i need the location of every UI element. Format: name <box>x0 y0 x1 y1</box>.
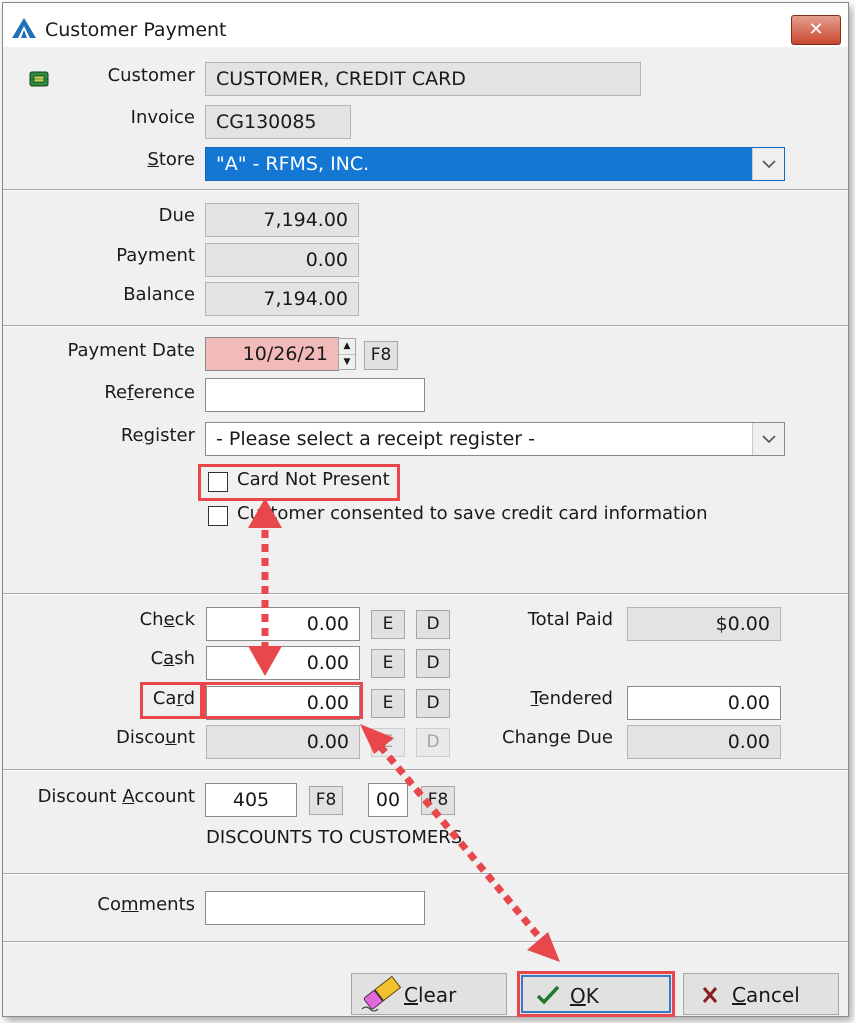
check-d-button[interactable]: D <box>416 610 450 639</box>
payment-date-label: Payment Date <box>67 340 195 361</box>
total-paid-field: $0.00 <box>627 607 781 641</box>
register-label: Register <box>120 425 195 446</box>
title-bar: Customer Payment ✕ <box>3 3 848 47</box>
store-select[interactable]: "A" - RFMS, INC. <box>205 147 785 181</box>
balance-label: Balance <box>123 284 195 305</box>
due-field: 7,194.00 <box>205 203 359 237</box>
window-title: Customer Payment <box>45 19 227 41</box>
clear-button-label: Clear <box>404 983 457 1007</box>
discount-subaccount-input[interactable]: 00 <box>368 783 408 817</box>
ok-button[interactable]: OK <box>517 971 675 1017</box>
total-paid-label: Total Paid <box>527 609 613 630</box>
spin-up-icon[interactable]: ▲ <box>339 339 355 355</box>
discount-label: Discount <box>115 727 195 748</box>
payment-date-f8-button[interactable]: F8 <box>364 341 398 370</box>
discount-account-f8-button[interactable]: F8 <box>309 786 343 815</box>
reference-input[interactable] <box>205 378 425 412</box>
spin-down-icon[interactable]: ▼ <box>339 355 355 370</box>
customer-label: Customer <box>107 65 195 86</box>
tendered-input[interactable]: 0.00 <box>627 686 781 720</box>
register-dropdown-arrow[interactable] <box>752 423 784 455</box>
discount-account-input[interactable]: 405 <box>205 783 297 817</box>
cash-d-button[interactable]: D <box>416 649 450 678</box>
check-e-button[interactable]: E <box>371 610 405 639</box>
consent-label[interactable]: Customer consented to save credit card i… <box>237 503 708 524</box>
cancel-button-label: Cancel <box>732 983 800 1007</box>
tendered-label: Tendered <box>530 688 613 709</box>
card-input-highlight <box>203 682 363 719</box>
discount-d-button: D <box>416 728 450 757</box>
comments-input[interactable] <box>205 891 425 925</box>
payment-field: 0.00 <box>205 243 359 277</box>
eraser-icon <box>361 975 402 1012</box>
reference-label: Reference <box>104 382 195 403</box>
check-label: Check <box>139 609 195 630</box>
close-icon: ✕ <box>808 19 824 40</box>
comments-label: Comments <box>97 894 195 915</box>
register-value: - Please select a receipt register - <box>216 428 535 450</box>
clear-button[interactable]: Clear <box>351 973 507 1015</box>
discount-e-button: E <box>371 728 405 757</box>
separator <box>3 769 848 771</box>
check-input[interactable]: 0.00 <box>206 607 360 641</box>
app-logo-icon <box>12 18 36 38</box>
customer-field: CUSTOMER, CREDIT CARD <box>205 62 641 96</box>
cash-e-button[interactable]: E <box>371 649 405 678</box>
store-dropdown-arrow[interactable] <box>752 148 784 180</box>
credit-card-chip-icon <box>29 71 49 87</box>
cash-label: Cash <box>150 648 195 669</box>
store-value: "A" - RFMS, INC. <box>216 153 370 175</box>
balance-field: 7,194.00 <box>205 282 359 316</box>
ok-button-label: OK <box>570 984 599 1008</box>
cash-input[interactable]: 0.00 <box>206 646 360 680</box>
due-label: Due <box>158 205 195 226</box>
x-mark-icon <box>702 987 718 1003</box>
close-button[interactable]: ✕ <box>791 15 841 45</box>
card-e-button[interactable]: E <box>371 689 405 718</box>
payment-date-field[interactable]: 10/26/21 <box>205 337 339 371</box>
discount-account-label: Discount Account <box>37 786 195 807</box>
register-select[interactable]: - Please select a receipt register - <box>205 422 785 456</box>
checkmark-icon <box>536 985 560 1005</box>
separator <box>3 593 848 595</box>
discount-subaccount-f8-button[interactable]: F8 <box>421 786 455 815</box>
card-label-highlight <box>140 682 203 719</box>
separator <box>3 189 848 191</box>
invoice-field: CG130085 <box>205 105 351 139</box>
change-due-field: 0.00 <box>627 725 781 759</box>
store-label: Store <box>147 149 195 170</box>
card-d-button[interactable]: D <box>416 689 450 718</box>
invoice-label: Invoice <box>130 107 195 128</box>
card-not-present-highlight <box>198 464 400 501</box>
date-spinner[interactable]: ▲ ▼ <box>338 338 356 370</box>
separator <box>3 873 848 875</box>
discount-account-description: DISCOUNTS TO CUSTOMERS <box>206 827 463 848</box>
customer-payment-window: Customer Payment ✕ Customer CUSTOMER, CR… <box>2 2 849 1017</box>
consent-checkbox[interactable] <box>208 506 228 526</box>
separator <box>3 941 848 943</box>
separator <box>3 325 848 327</box>
discount-field: 0.00 <box>206 725 360 759</box>
cancel-button[interactable]: Cancel <box>683 973 839 1015</box>
change-due-label: Change Due <box>502 727 613 748</box>
payment-label: Payment <box>116 245 195 266</box>
chevron-down-icon <box>761 160 776 169</box>
chevron-down-icon <box>761 435 776 444</box>
